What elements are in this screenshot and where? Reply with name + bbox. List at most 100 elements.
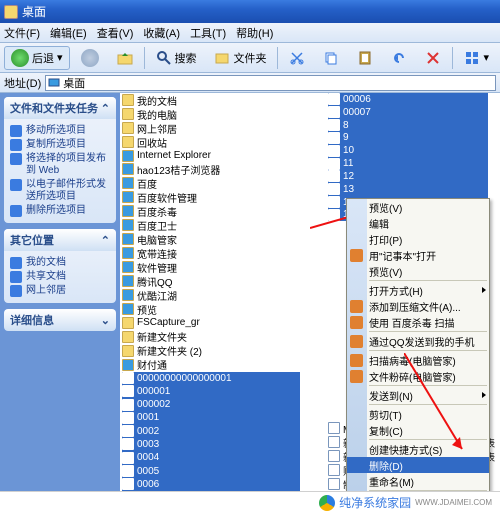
menu-item[interactable]: 使用 百度杀毒 扫描 — [347, 314, 489, 330]
list-item[interactable]: 10 — [328, 144, 488, 157]
list-item[interactable]: 11 — [328, 157, 488, 170]
toolbar: 后退 ▾ 搜索 文件夹 ▾ — [0, 43, 500, 73]
menu-item[interactable]: 通过QQ发送到我的手机 — [347, 333, 489, 349]
list-item[interactable]: 0006 — [122, 478, 300, 491]
place-network[interactable]: 网上邻居 — [10, 285, 110, 297]
task-email[interactable]: 以电子邮件形式发送所选项目 — [10, 179, 110, 203]
menu-item[interactable]: 打开方式(H) — [347, 282, 489, 298]
list-item[interactable]: 12 — [328, 170, 488, 183]
place-label: 共享文档 — [26, 271, 66, 283]
menu-item[interactable]: 用"记事本"打开 — [347, 247, 489, 263]
undo-button[interactable] — [384, 47, 414, 69]
list-item[interactable]: 财付通 — [122, 358, 300, 372]
menu-fav[interactable]: 收藏(A) — [143, 25, 180, 41]
list-item[interactable]: 网上邻居 — [122, 121, 300, 135]
menu-item[interactable]: 删除(D) — [347, 457, 489, 473]
watermark-text: 纯净系统家园 — [339, 494, 411, 511]
menu-item[interactable]: 打印(P) — [347, 231, 489, 247]
list-item[interactable]: 000002 — [122, 398, 300, 411]
list-item[interactable]: 软件管理 — [122, 260, 300, 274]
item-label: 0001 — [137, 412, 159, 423]
list-item[interactable]: 宽带连接 — [122, 246, 300, 260]
list-item[interactable]: 0005 — [122, 464, 300, 477]
list-item[interactable]: 0003 — [122, 438, 300, 451]
task-delete[interactable]: 删除所选项目 — [10, 205, 110, 217]
item-label: Internet Explorer — [137, 150, 211, 161]
list-item[interactable]: FSCapture_gr — [122, 316, 300, 329]
panel-header[interactable]: 文件和文件夹任务 ⌃ — [4, 97, 116, 119]
menu-item[interactable]: 添加到压缩文件(A)... — [347, 298, 489, 314]
paste-button[interactable] — [350, 47, 380, 69]
menu-item[interactable]: 文件粉碎(电脑管家) — [347, 368, 489, 384]
list-item[interactable]: 电脑管家 — [122, 232, 300, 246]
list-item[interactable]: 百度卫士 — [122, 218, 300, 232]
place-shared[interactable]: 共享文档 — [10, 271, 110, 283]
menu-item[interactable]: 复制(C) — [347, 422, 489, 438]
address-input[interactable]: 桌面 — [45, 75, 496, 91]
menu-item[interactable]: 发送到(N) — [347, 387, 489, 403]
menu-file[interactable]: 文件(F) — [4, 25, 40, 41]
list-item[interactable]: 00007 — [328, 106, 488, 119]
file-icon — [328, 183, 340, 195]
list-item[interactable]: 优酷江湖 — [122, 288, 300, 302]
list-item[interactable]: 我的电脑 — [122, 107, 300, 121]
list-item[interactable]: hao123桔子浏览器 — [122, 162, 300, 176]
menu-item[interactable]: 预览(V) — [347, 263, 489, 279]
list-item[interactable]: 新建文件夹 — [122, 330, 300, 344]
list-item[interactable]: 0002 — [122, 425, 300, 438]
menu-tools[interactable]: 工具(T) — [190, 25, 226, 41]
delete-button[interactable] — [418, 47, 448, 69]
sidebar: 文件和文件夹任务 ⌃ 移动所选项目 复制所选项目 将选择的项目发布到 Web 以… — [0, 93, 120, 491]
list-item[interactable]: 9 — [328, 131, 488, 144]
menu-help[interactable]: 帮助(H) — [236, 25, 273, 41]
list-item[interactable]: 00000000000000001 — [122, 372, 300, 385]
list-item[interactable]: 0004 — [122, 451, 300, 464]
cut-button[interactable] — [282, 47, 312, 69]
window-title: 桌面 — [22, 3, 46, 20]
list-item[interactable]: 百度杀毒 — [122, 204, 300, 218]
list-item[interactable]: 8 — [328, 119, 488, 132]
list-item[interactable]: 00006 — [328, 93, 488, 106]
folders-button[interactable]: 文件夹 — [208, 47, 274, 69]
menu-item[interactable]: 预览(V) — [347, 199, 489, 215]
list-item[interactable]: 腾讯QQ — [122, 274, 300, 288]
views-button[interactable]: ▾ — [457, 47, 496, 69]
back-button[interactable]: 后退 ▾ — [4, 46, 70, 70]
menu-item[interactable]: 创建快捷方式(S) — [347, 441, 489, 457]
list-item[interactable]: 百度软件管理 — [122, 190, 300, 204]
move-icon — [10, 125, 22, 137]
menu-item[interactable]: 剪切(T) — [347, 406, 489, 422]
list-item[interactable]: 新建文件夹 (2) — [122, 344, 300, 358]
app-icon — [122, 359, 134, 371]
list-item[interactable]: 我的文档 — [122, 93, 300, 107]
task-move[interactable]: 移动所选项目 — [10, 125, 110, 137]
up-button[interactable] — [110, 47, 140, 69]
delete-icon — [10, 205, 22, 217]
menu-view[interactable]: 查看(V) — [97, 25, 134, 41]
app-icon — [122, 289, 134, 301]
file-icon — [328, 170, 340, 182]
list-item[interactable]: 预览 — [122, 302, 300, 316]
forward-button[interactable] — [74, 46, 106, 70]
file-icon — [328, 145, 340, 157]
menu-item[interactable]: 扫描病毒(电脑管家) — [347, 352, 489, 368]
place-docs[interactable]: 我的文档 — [10, 257, 110, 269]
file-list[interactable]: 我的文档我的电脑网上邻居回收站Internet Explorerhao123桔子… — [120, 93, 500, 491]
list-item[interactable]: 13 — [328, 183, 488, 196]
task-copy[interactable]: 复制所选项目 — [10, 139, 110, 151]
menu-item[interactable]: 重命名(M) — [347, 473, 489, 489]
menu-edit[interactable]: 编辑(E) — [50, 25, 87, 41]
copy-button[interactable] — [316, 47, 346, 69]
list-item[interactable]: 回收站 — [122, 135, 300, 149]
menu-item[interactable]: 编辑 — [347, 215, 489, 231]
panel-header[interactable]: 详细信息 ⌄ — [4, 309, 116, 331]
task-publish[interactable]: 将选择的项目发布到 Web — [10, 153, 110, 177]
search-button[interactable]: 搜索 — [149, 47, 204, 69]
list-item[interactable]: 0001 — [122, 411, 300, 424]
list-item[interactable]: 000001 — [122, 385, 300, 398]
menubar: 文件(F) 编辑(E) 查看(V) 收藏(A) 工具(T) 帮助(H) — [0, 23, 500, 43]
list-item[interactable]: Internet Explorer — [122, 149, 300, 162]
panel-header[interactable]: 其它位置 ⌃ — [4, 229, 116, 251]
app-icon — [122, 233, 134, 245]
list-item[interactable]: 百度 — [122, 176, 300, 190]
